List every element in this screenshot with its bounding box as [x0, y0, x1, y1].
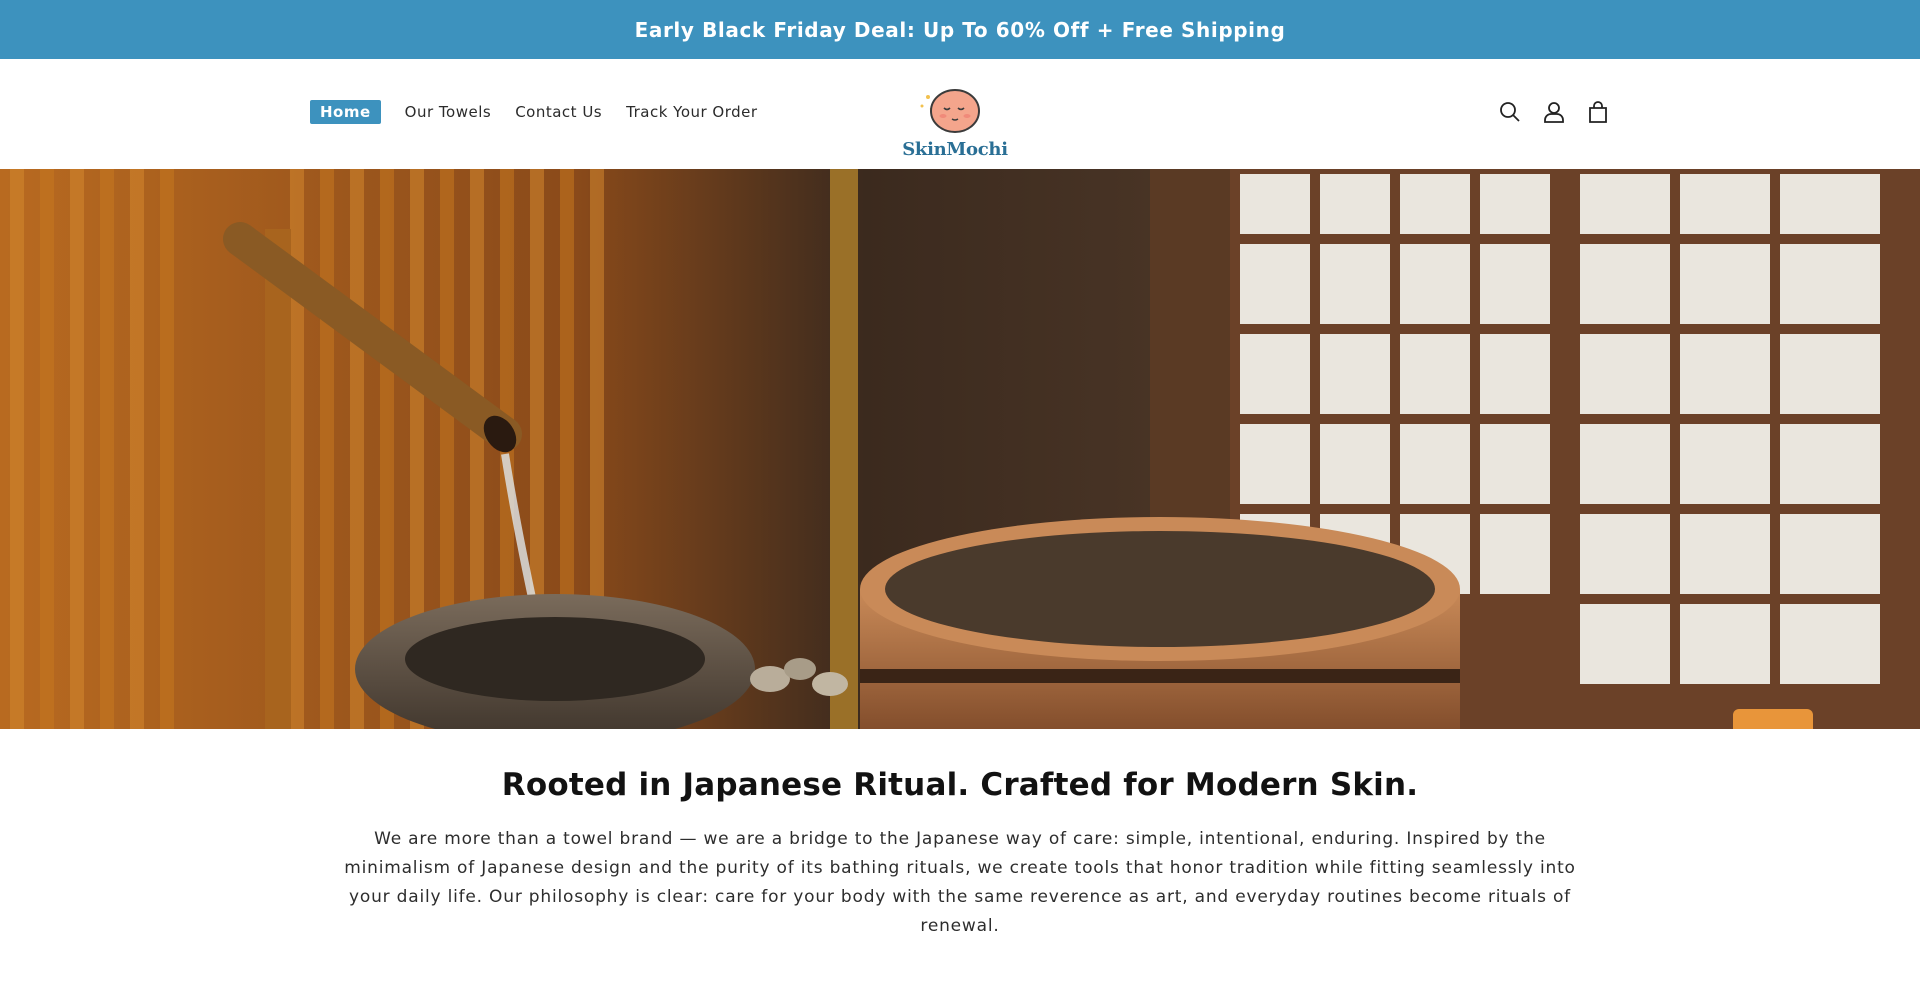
site-header: Home Our Towels Contact Us Track Your Or…: [0, 59, 1920, 169]
nav-contact-us[interactable]: Contact Us: [515, 103, 602, 121]
nav-track-order[interactable]: Track Your Order: [626, 103, 757, 121]
brand-logo[interactable]: SkinMochi: [900, 79, 1010, 160]
cart-icon[interactable]: [1586, 100, 1610, 124]
nav-home[interactable]: Home: [310, 100, 381, 124]
account-icon[interactable]: [1542, 100, 1566, 124]
nav-our-towels[interactable]: Our Towels: [405, 103, 492, 121]
announcement-text: Early Black Friday Deal: Up To 60% Off +…: [634, 17, 1286, 42]
announcement-bar: Early Black Friday Deal: Up To 60% Off +…: [0, 0, 1920, 59]
brand-name: SkinMochi: [902, 139, 1008, 160]
brand-story: Rooted in Japanese Ritual. Crafted for M…: [0, 745, 1920, 941]
hero-image: [0, 169, 1920, 729]
header-icons: [1498, 100, 1610, 124]
story-heading: Rooted in Japanese Ritual. Crafted for M…: [501, 767, 1419, 803]
story-body: We are more than a towel brand — we are …: [344, 829, 1576, 936]
mochi-logo-icon: [920, 89, 980, 133]
japanese-bath-illustration: [0, 169, 1920, 729]
main-nav: Home Our Towels Contact Us Track Your Or…: [310, 100, 758, 124]
search-icon[interactable]: [1498, 100, 1522, 124]
